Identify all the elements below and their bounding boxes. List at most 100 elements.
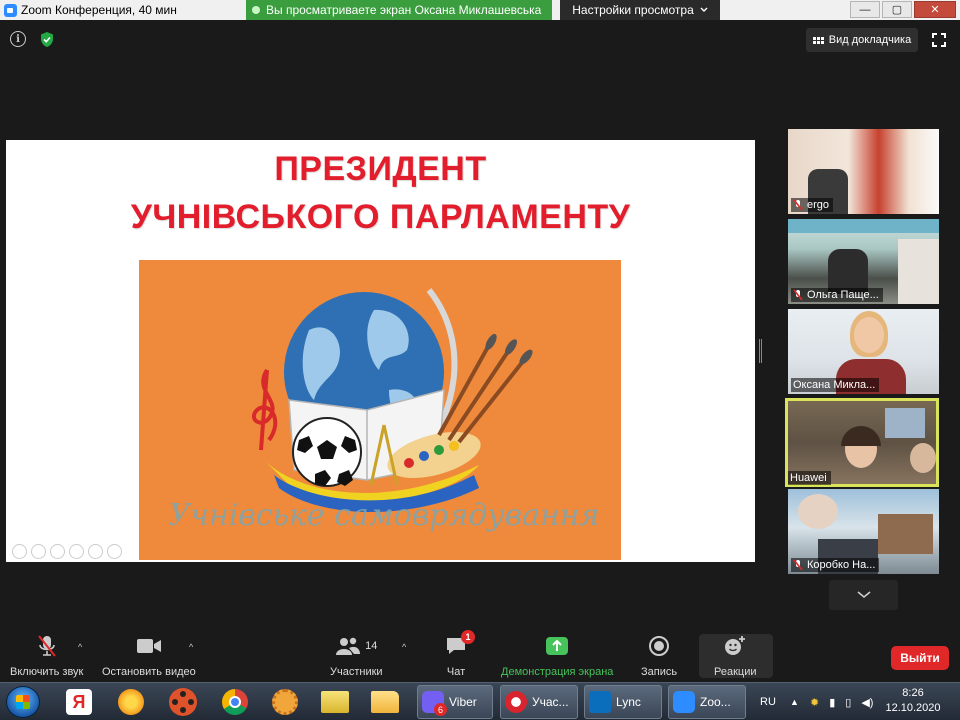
volume-icon[interactable]: ◀) <box>861 696 873 709</box>
settings-app-icon[interactable] <box>268 686 302 718</box>
participants-button[interactable]: 14 Участники <box>330 632 383 678</box>
smiley-plus-icon <box>725 636 746 655</box>
close-button[interactable]: ✕ <box>914 1 956 18</box>
participant-tile[interactable]: ergo <box>788 129 939 214</box>
taskbar-zoom[interactable]: Zoo... <box>668 685 746 719</box>
taskbar-task-label: Zoo... <box>700 695 731 709</box>
battery-icon[interactable]: ▯ <box>845 696 851 709</box>
stop-video-label: Остановить видео <box>102 666 196 678</box>
slide-control-slides-icon[interactable] <box>69 544 84 559</box>
chevron-down-icon <box>856 591 871 599</box>
taskbar-task-label: Lync <box>616 695 641 709</box>
slide-control-pen-icon[interactable] <box>50 544 65 559</box>
participants-options-caret-icon[interactable]: ^ <box>402 642 406 652</box>
unmute-button[interactable]: Включить звук <box>10 632 83 678</box>
encryption-shield-icon[interactable] <box>39 31 55 48</box>
media-player-icon[interactable] <box>166 686 200 718</box>
speaker-view-button[interactable]: Вид докладчика <box>806 28 918 52</box>
unmute-label: Включить звук <box>10 666 84 678</box>
taskbar-clock[interactable]: 8:26 12.10.2020 <box>880 686 946 716</box>
record-button[interactable]: Запись <box>641 632 677 678</box>
participants-count: 14 <box>365 640 378 652</box>
image-caption: Учнівське самоврядування <box>168 498 600 533</box>
share-screen-label: Демонстрация экрана <box>501 666 614 678</box>
participant-tile-active-speaker[interactable]: Huawei <box>785 398 939 487</box>
audio-options-caret-icon[interactable]: ^ <box>78 642 82 652</box>
participant-name-tag: Оксана Микла... <box>791 378 880 392</box>
chat-button[interactable]: 1 Чат <box>445 630 475 678</box>
opera-icon <box>505 691 527 713</box>
panel-resize-handle[interactable] <box>759 339 762 363</box>
taskbar-viber[interactable]: 6 Viber <box>417 685 493 719</box>
taskbar-task-label: Учас... <box>532 695 569 709</box>
folder-icon[interactable] <box>368 686 402 718</box>
zoom-window: Zoom Конференция, 40 мин Вы просматривае… <box>0 0 960 720</box>
minimize-button[interactable]: — <box>850 1 880 18</box>
participant-name: Коробко На... <box>807 559 876 571</box>
window-title-text: Zoom Конференция, 40 мин <box>21 3 177 17</box>
student-self-government-image: Учнівське самоврядування <box>139 260 621 560</box>
video-camera-icon <box>136 639 161 653</box>
lync-icon <box>589 691 611 713</box>
scroll-participants-down-button[interactable] <box>829 580 898 610</box>
slide-control-zoom-icon[interactable] <box>88 544 103 559</box>
participant-name-tag: ergo <box>791 198 834 212</box>
record-label: Запись <box>641 666 678 678</box>
tray-app-icon[interactable]: ✹ <box>810 696 819 709</box>
shared-screen-slide: ПРЕЗИДЕНТ УЧНІВСЬКОГО ПАРЛАМЕНТУ Учнівсь… <box>6 140 755 562</box>
viber-icon: 6 <box>422 691 447 716</box>
meeting-info-icon[interactable]: i <box>10 31 26 47</box>
slide-control-next-icon[interactable] <box>31 544 46 559</box>
chrome-icon[interactable] <box>218 686 252 718</box>
participant-name: Huawei <box>790 472 827 484</box>
window-controls: — ▢ ✕ <box>850 1 956 18</box>
participant-name: Оксана Микла... <box>793 379 876 391</box>
zoom-logo-icon <box>4 3 17 17</box>
muted-mic-icon <box>793 199 803 211</box>
participants-label: Участники <box>330 666 383 678</box>
yandex-browser-icon[interactable]: Я <box>62 686 96 718</box>
windows-start-button[interactable] <box>6 686 40 718</box>
language-indicator[interactable]: RU <box>760 683 776 720</box>
viber-badge: 6 <box>434 703 447 716</box>
files-app-icon[interactable] <box>318 686 352 718</box>
muted-mic-icon <box>793 289 803 301</box>
taskbar-opera[interactable]: Учас... <box>500 685 578 719</box>
participant-name: ergo <box>807 199 830 211</box>
show-hidden-icons-icon[interactable]: ▲ <box>790 683 799 720</box>
participant-tile[interactable]: Ольга Паще... <box>788 219 939 304</box>
fullscreen-icon[interactable] <box>932 33 946 47</box>
chat-unread-badge: 1 <box>461 630 475 644</box>
leave-meeting-button[interactable]: Выйти <box>891 646 949 670</box>
maximize-button[interactable]: ▢ <box>882 1 912 18</box>
speaker-view-icon <box>812 36 824 44</box>
muted-mic-icon <box>793 559 803 571</box>
participant-tile[interactable]: Коробко На... <box>788 489 939 574</box>
share-screen-icon <box>546 637 569 655</box>
sun-app-icon[interactable] <box>114 686 148 718</box>
slide-title-line1: ПРЕЗИДЕНТ <box>274 150 487 188</box>
muted-microphone-icon <box>37 635 56 657</box>
zoom-app-icon <box>673 691 695 713</box>
view-options-menu[interactable]: Настройки просмотра <box>560 0 720 20</box>
windows-taskbar: Я 6 Viber Учас... Lync Zoo... RU ▲ ✹ ▮ ▯… <box>0 682 960 720</box>
slide-control-more-icon[interactable] <box>107 544 122 559</box>
taskbar-task-label: Viber <box>449 695 477 709</box>
video-options-caret-icon[interactable]: ^ <box>189 642 193 652</box>
share-screen-button[interactable]: Демонстрация экрана <box>501 632 613 678</box>
share-banner-text: Вы просматриваете экран Оксана Миклашевс… <box>266 3 542 17</box>
slide-controls <box>12 544 122 559</box>
slide-control-prev-icon[interactable] <box>12 544 27 559</box>
stop-video-button[interactable]: Остановить видео <box>102 632 196 678</box>
participant-name-tag: Huawei <box>788 471 831 485</box>
network-icon[interactable]: ▮ <box>829 696 835 709</box>
view-options-label: Настройки просмотра <box>572 3 694 17</box>
reactions-label: Реакции <box>714 666 757 678</box>
reactions-button[interactable]: Реакции <box>714 632 757 678</box>
taskbar-lync[interactable]: Lync <box>584 685 662 719</box>
chat-label: Чат <box>446 666 466 678</box>
share-indicator-icon <box>252 6 260 14</box>
record-icon <box>649 636 670 656</box>
window-title: Zoom Конференция, 40 мин <box>4 3 177 17</box>
participant-tile[interactable]: Оксана Микла... <box>788 309 939 394</box>
